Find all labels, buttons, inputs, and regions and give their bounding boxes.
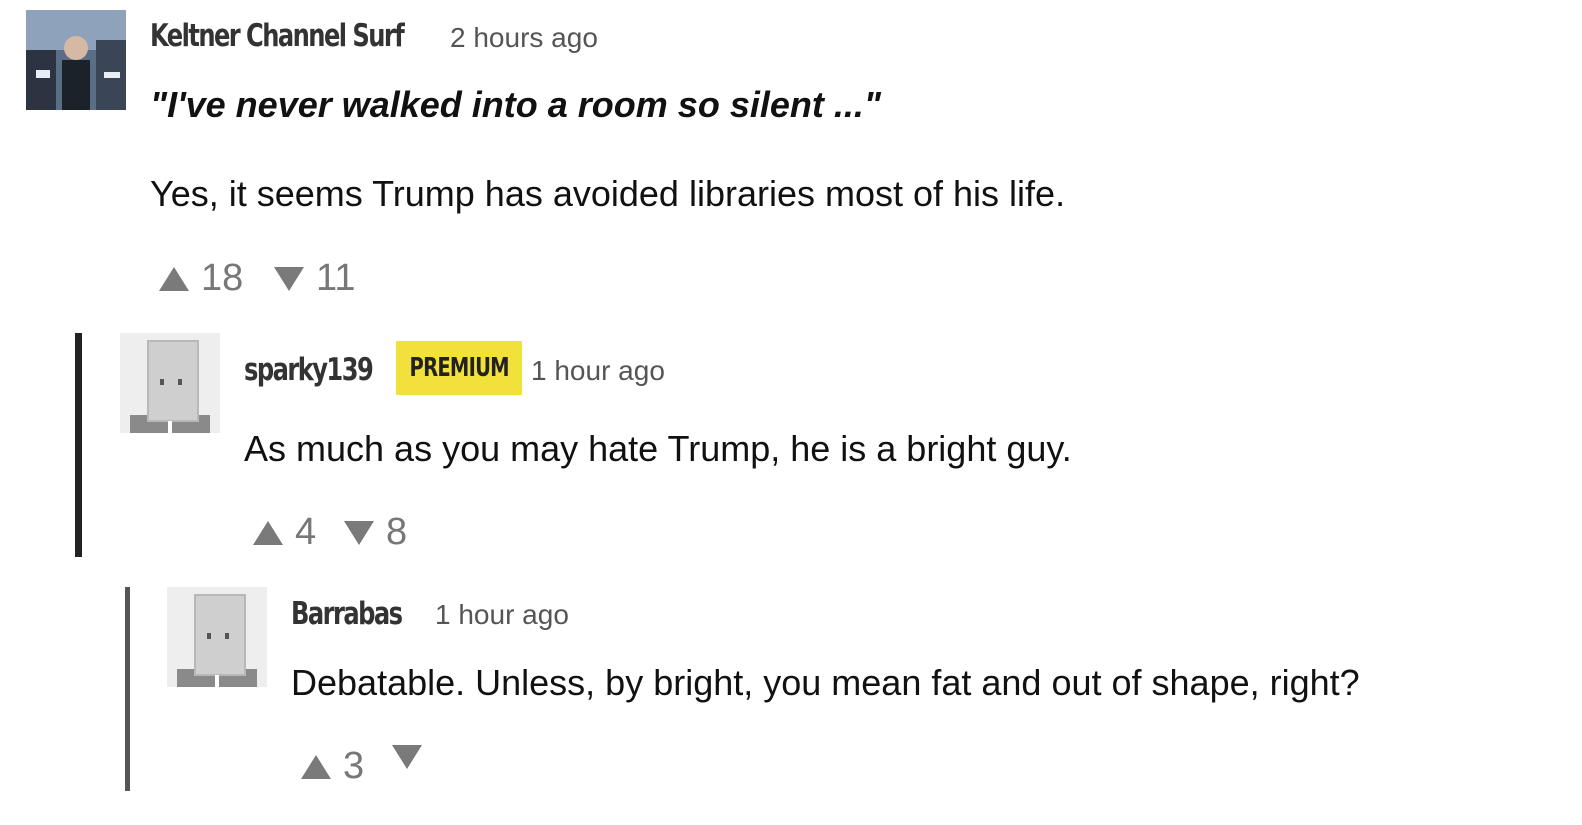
comment-text: Debatable. Unless, by bright, you mean f… — [291, 662, 1360, 703]
comment-barrabas: Barrabas 1 hour ago Debatable. Unless, b… — [0, 0, 1582, 800]
triangle-up-icon — [301, 754, 331, 779]
downvote-button[interactable] — [392, 745, 434, 769]
default-avatar-icon — [167, 587, 267, 687]
comment-timestamp[interactable]: 1 hour ago — [435, 599, 569, 631]
upvote-button[interactable]: 3 — [301, 745, 364, 788]
avatar[interactable] — [167, 587, 267, 687]
triangle-down-icon — [392, 745, 422, 769]
author-name[interactable]: Barrabas — [291, 596, 403, 632]
upvote-count: 3 — [343, 745, 365, 787]
